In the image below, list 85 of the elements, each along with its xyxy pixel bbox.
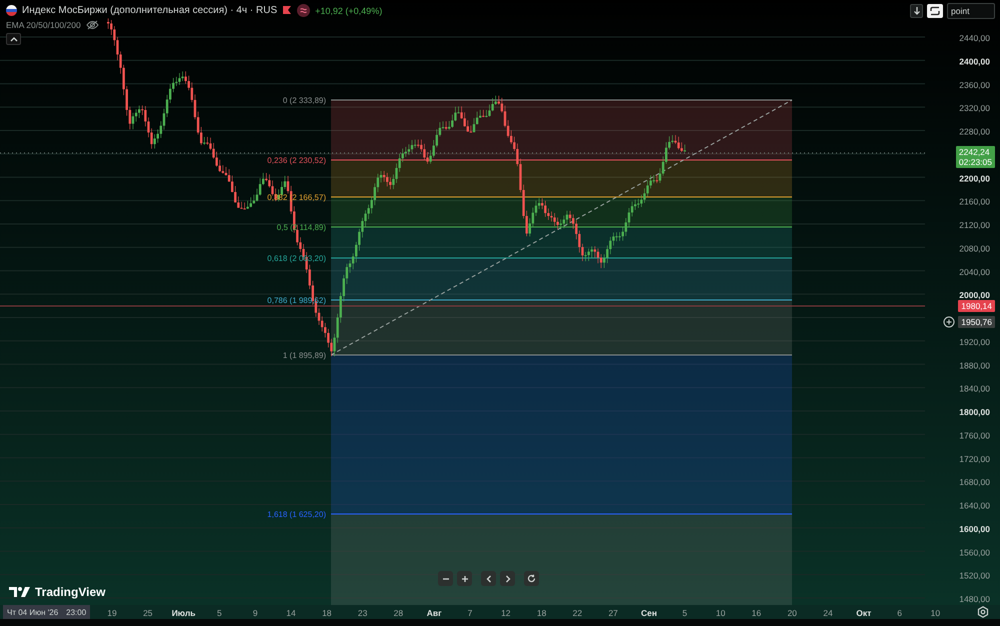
sync-button[interactable]: [927, 4, 943, 18]
time-axis-label: 25: [143, 608, 153, 618]
price-axis-label: 1720,00: [959, 454, 990, 464]
crosshair-time: 23:00: [66, 608, 86, 616]
time-axis-label: 7: [468, 608, 472, 618]
text-input-field[interactable]: point: [947, 3, 995, 19]
time-axis-label: 14: [286, 608, 296, 618]
price-axis-label: 2200,00: [959, 173, 990, 184]
wave-badge-icon[interactable]: [297, 4, 310, 17]
scroll-left-button[interactable]: [481, 571, 496, 586]
time-axis-label: Авг: [426, 608, 442, 618]
bar-countdown: 02:23:05: [958, 157, 992, 167]
price-axis-label: 1800,00: [959, 407, 990, 417]
time-axis-label: 5: [217, 608, 222, 618]
price-axis-label: 1520,00: [959, 570, 990, 581]
price-value: 1980,14: [961, 301, 992, 311]
price-axis-label: 2080,00: [959, 243, 990, 254]
time-axis-label: 16: [752, 608, 762, 618]
price-value: 1950,76: [961, 317, 992, 327]
time-axis-label: 10: [716, 608, 726, 618]
time-axis-label: Окт: [856, 608, 872, 618]
price-axis-label: 2320,00: [959, 103, 990, 114]
time-axis-label: 6: [897, 608, 902, 618]
time-axis-label: 18: [322, 608, 332, 618]
flag-marker-icon[interactable]: [282, 5, 292, 16]
price-axis-label: 1840,00: [959, 384, 990, 394]
time-axis-label: 19: [107, 608, 117, 618]
arrow-down-icon: [912, 6, 920, 16]
price-value: 2242,24: [958, 147, 991, 157]
price-axis-label: 2120,00: [959, 220, 990, 230]
price-axis-label: 2040,00: [959, 266, 990, 277]
time-axis-label: 23: [358, 608, 368, 618]
time-axis-label: 28: [394, 608, 404, 618]
indicator-label[interactable]: EMA 20/50/100/200: [6, 20, 81, 30]
price-change: +10,92 (+0,49%): [315, 6, 382, 16]
price-axis-label: 2440,00: [959, 33, 990, 43]
time-axis-label: 9: [252, 608, 258, 618]
time-axis-label: Сен: [641, 608, 657, 618]
reset-button[interactable]: [524, 571, 539, 586]
collapse-button[interactable]: [6, 33, 21, 45]
time-axis-label: 22: [572, 608, 582, 618]
price-axis-label: 1920,00: [959, 336, 990, 347]
fibonacci-trend-line[interactable]: [330, 100, 792, 356]
time-axis-label: 18: [536, 608, 546, 618]
symbol-title[interactable]: Индекс МосБиржи (дополнительная сессия) · 4ч · RUS: [22, 5, 278, 16]
fibonacci-level-label: 1 (1 895,89): [282, 351, 326, 360]
price-axis-label: 1640,00: [959, 500, 990, 510]
time-axis-label: 27: [608, 608, 618, 618]
sync-icon: [929, 6, 941, 16]
time-axis-label: 5: [682, 608, 688, 618]
price-axis-label: 2400,00: [959, 56, 990, 66]
fibonacci-level-label: 1,618 (1 625,20): [267, 510, 326, 519]
zoom-in-button[interactable]: [457, 571, 472, 586]
fibonacci-level-label: 0,236 (2 230,52): [267, 156, 326, 165]
crosshair-date: Чт 04 Июн '26: [7, 608, 58, 616]
chevron-right-icon: [504, 574, 510, 582]
time-axis-label: 24: [823, 608, 833, 618]
price-axis-label: 1880,00: [959, 360, 990, 370]
price-axis-label: 1480,00: [959, 594, 990, 604]
chevron-left-icon: [486, 574, 492, 582]
price-axis-label: 1600,00: [959, 524, 990, 534]
settings-icon[interactable]: [977, 606, 989, 618]
scroll-right-button[interactable]: [500, 571, 515, 586]
fibonacci-level-label: 0 (2 333,89): [282, 96, 326, 105]
logo-icon: [9, 586, 31, 598]
reset-icon: [527, 574, 536, 583]
zoom-out-button[interactable]: [438, 571, 453, 586]
caret-up-icon: [10, 36, 18, 42]
time-axis-label: 20: [787, 608, 797, 618]
price-axis-label: 2000,00: [959, 290, 990, 300]
plus-icon: [460, 574, 468, 582]
price-axis-label: 1680,00: [959, 477, 990, 488]
time-axis-label: 10: [930, 608, 940, 618]
scroll-down-button[interactable]: [910, 4, 923, 18]
price-axis-label: 1760,00: [959, 430, 990, 440]
time-axis-label: 12: [501, 608, 511, 618]
price-axis-label: 1560,00: [959, 547, 990, 558]
price-axis-label: 2360,00: [959, 80, 990, 90]
time-axis-label: Июль: [172, 608, 196, 618]
eye-icon[interactable]: [86, 20, 99, 30]
price-axis-label: 2280,00: [959, 126, 990, 136]
flag-icon: [6, 5, 17, 16]
price-axis-label: 2160,00: [959, 196, 990, 207]
logo-text: TradingView: [35, 585, 106, 599]
add-icon[interactable]: [943, 316, 956, 328]
